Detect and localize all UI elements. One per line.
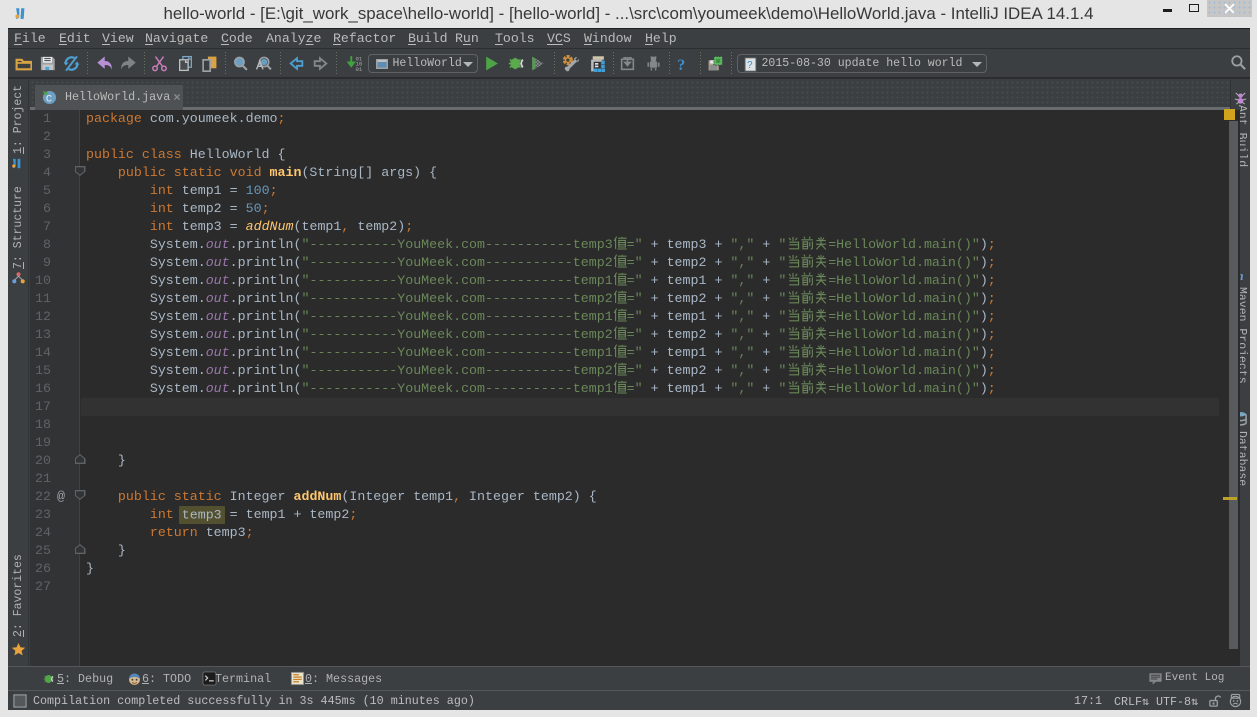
svg-text:?: ? bbox=[677, 57, 685, 72]
svg-text:C: C bbox=[46, 93, 52, 105]
svg-text:?: ? bbox=[747, 60, 753, 71]
svg-text:01: 01 bbox=[355, 66, 362, 72]
